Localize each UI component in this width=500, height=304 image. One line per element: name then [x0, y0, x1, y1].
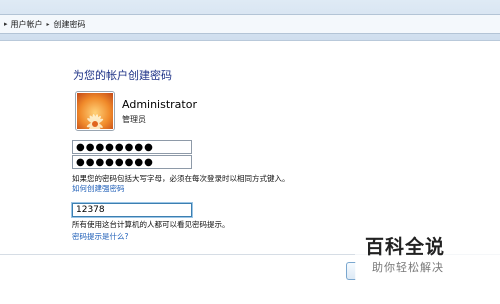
breadcrumb: ▸ 用户帐户 ▸ 创建密码 — [0, 14, 500, 34]
user-name: Administrator — [122, 98, 197, 111]
hint-visibility-info: 所有使用这台计算机的人都可以看见密码提示。 — [72, 220, 230, 229]
new-password-field[interactable] — [72, 140, 192, 154]
breadcrumb-item-user-accounts[interactable]: 用户帐户 — [11, 19, 43, 30]
user-role: 管理员 — [122, 115, 146, 124]
page-title: 为您的帐户创建密码 — [73, 69, 172, 82]
chevron-right-icon[interactable]: ▸ — [47, 21, 50, 28]
password-hint-help-link[interactable]: 密码提示是什么? — [72, 231, 128, 242]
password-hint-field[interactable] — [72, 203, 192, 217]
watermark-tagline: 助你轻松解决 — [372, 261, 444, 274]
avatar — [75, 91, 115, 131]
chevron-right-icon[interactable]: ▸ — [4, 20, 8, 28]
watermark-logo: 百科全说 — [365, 236, 446, 258]
confirm-password-field[interactable] — [72, 155, 192, 169]
breadcrumb-item-create-password[interactable]: 创建密码 — [54, 19, 86, 30]
strong-password-link[interactable]: 如何创建强密码 — [72, 183, 125, 194]
flower-icon — [77, 93, 113, 129]
